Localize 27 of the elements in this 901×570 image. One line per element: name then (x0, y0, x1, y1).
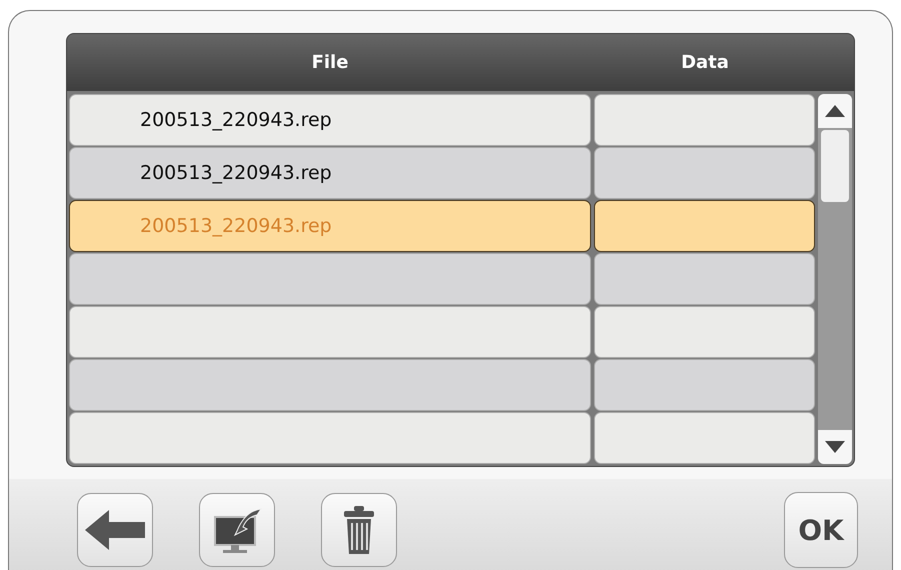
file-cell[interactable] (69, 306, 591, 358)
file-cell[interactable]: 200513_220943.rep (69, 94, 591, 146)
export-button[interactable] (199, 493, 275, 567)
trash-icon (342, 506, 376, 554)
scroll-thumb[interactable] (821, 130, 849, 202)
data-cell[interactable] (594, 412, 815, 464)
up-triangle-icon (825, 105, 845, 117)
data-cell[interactable] (594, 253, 815, 305)
back-button[interactable] (77, 493, 153, 567)
data-cell[interactable] (594, 94, 815, 146)
data-cell[interactable] (594, 200, 815, 252)
scrollbar[interactable] (818, 94, 852, 464)
file-cell[interactable]: 200513_220943.rep (69, 147, 591, 199)
down-triangle-icon (825, 441, 845, 453)
ok-button[interactable]: OK (784, 492, 858, 568)
data-cell[interactable] (594, 147, 815, 199)
scroll-up-button[interactable] (818, 94, 852, 128)
scroll-down-button[interactable] (818, 430, 852, 464)
column-header: Data (680, 52, 730, 73)
column-header: File (310, 52, 350, 73)
data-cell[interactable] (594, 306, 815, 358)
back-arrow-icon (85, 510, 145, 550)
delete-button[interactable] (321, 493, 397, 567)
file-cell[interactable] (69, 412, 591, 464)
file-cell[interactable] (69, 253, 591, 305)
file-cell[interactable] (69, 359, 591, 411)
data-cell[interactable] (594, 359, 815, 411)
